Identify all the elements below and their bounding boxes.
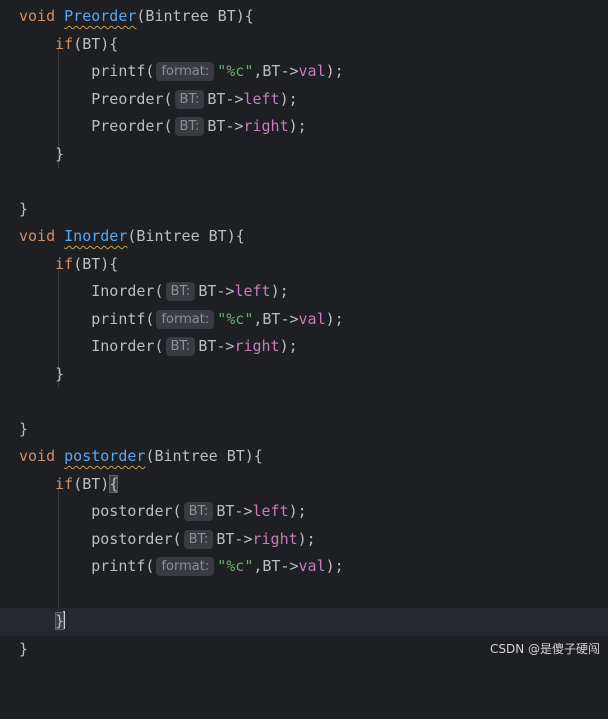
current-line[interactable]: }: [0, 608, 608, 636]
brace: }: [19, 640, 29, 658]
field: left: [252, 502, 289, 520]
param-hint: format:: [156, 310, 215, 329]
string-literal: "%c": [217, 310, 254, 328]
param-hint: format:: [156, 62, 215, 81]
code-line[interactable]: }: [0, 361, 608, 389]
arg: ,BT->: [253, 62, 299, 80]
param-hint: BT:: [165, 282, 196, 301]
printf-call: printf(: [91, 557, 155, 575]
param-hint: BT:: [183, 502, 214, 521]
arg: ,BT->: [253, 310, 299, 328]
params: (Bintree BT){: [145, 447, 263, 465]
call-end: );: [325, 310, 344, 328]
watermark: CSDN @是傻子硬闯: [489, 642, 600, 656]
field: right: [252, 530, 298, 548]
function-name[interactable]: postorder: [64, 447, 145, 465]
call-end: );: [297, 530, 316, 548]
string-literal: "%c": [217, 557, 254, 575]
call: Inorder(: [91, 282, 164, 300]
code-line[interactable]: printf(format: "%c",BT->val);: [0, 58, 608, 86]
call: Preorder(: [91, 117, 173, 135]
param-hint: BT:: [183, 530, 214, 549]
code-line[interactable]: postorder(BT: BT->right);: [0, 526, 608, 554]
field: right: [234, 337, 280, 355]
brace: }: [55, 365, 65, 383]
code-line[interactable]: Inorder(BT: BT->right);: [0, 333, 608, 361]
code-line[interactable]: if(BT){: [0, 31, 608, 59]
param-hint: format:: [156, 557, 215, 576]
string-literal: "%c": [217, 62, 254, 80]
call: Inorder(: [91, 337, 164, 355]
call-end: );: [279, 90, 298, 108]
keyword: void: [19, 227, 56, 245]
keyword: void: [19, 447, 56, 465]
params: (Bintree BT){: [127, 227, 245, 245]
code-line[interactable]: if(BT){: [0, 471, 608, 499]
condition: (BT){: [73, 255, 119, 273]
code-line[interactable]: void Preorder(Bintree BT){: [0, 3, 608, 31]
code-line[interactable]: Preorder(BT: BT->left);: [0, 86, 608, 114]
call-end: );: [288, 502, 307, 520]
keyword: void: [19, 7, 56, 25]
field: val: [298, 310, 326, 328]
call-end: );: [279, 337, 298, 355]
field: right: [243, 117, 289, 135]
function-name[interactable]: Preorder: [64, 7, 136, 25]
field: val: [298, 62, 326, 80]
param-hint: BT:: [174, 90, 205, 109]
brace: }: [19, 420, 29, 438]
params: (Bintree BT){: [136, 7, 254, 25]
keyword: if: [55, 255, 74, 273]
code-line[interactable]: if(BT){: [0, 251, 608, 279]
printf-call: printf(: [91, 62, 155, 80]
call-end: );: [288, 117, 307, 135]
matched-brace: {: [109, 475, 119, 493]
call: Preorder(: [91, 90, 173, 108]
code-line[interactable]: }: [0, 196, 608, 224]
call-end: );: [325, 557, 344, 575]
code-line[interactable]: void postorder(Bintree BT){: [0, 443, 608, 471]
arg: BT->: [198, 282, 235, 300]
field: left: [243, 90, 280, 108]
code-line[interactable]: printf(format: "%c",BT->val);: [0, 553, 608, 581]
keyword: if: [55, 475, 74, 493]
arg: BT->: [207, 90, 244, 108]
param-hint: BT:: [174, 117, 205, 136]
brace: }: [19, 200, 29, 218]
arg: BT->: [207, 117, 244, 135]
code-line[interactable]: printf(format: "%c",BT->val);: [0, 306, 608, 334]
code-line[interactable]: void Inorder(Bintree BT){: [0, 223, 608, 251]
arg: BT->: [216, 530, 253, 548]
text-caret: [63, 611, 66, 629]
printf-call: printf(: [91, 310, 155, 328]
code-editor[interactable]: void Preorder(Bintree BT){ if(BT){ print…: [0, 0, 608, 662]
condition: (BT): [73, 475, 110, 493]
condition: (BT){: [73, 35, 119, 53]
call-end: );: [325, 62, 344, 80]
keyword: if: [55, 35, 74, 53]
brace: }: [55, 145, 65, 163]
param-hint: BT:: [165, 337, 196, 356]
arg: BT->: [198, 337, 235, 355]
code-line[interactable]: }: [0, 416, 608, 444]
code-line[interactable]: postorder(BT: BT->left);: [0, 498, 608, 526]
code-line[interactable]: Inorder(BT: BT->left);: [0, 278, 608, 306]
field: left: [234, 282, 271, 300]
field: val: [298, 557, 326, 575]
call: postorder(: [91, 502, 182, 520]
arg: BT->: [216, 502, 253, 520]
call-end: );: [270, 282, 289, 300]
call: postorder(: [91, 530, 182, 548]
code-line[interactable]: }: [0, 141, 608, 169]
code-line[interactable]: Preorder(BT: BT->right);: [0, 113, 608, 141]
arg: ,BT->: [253, 557, 299, 575]
function-name[interactable]: Inorder: [64, 227, 127, 245]
